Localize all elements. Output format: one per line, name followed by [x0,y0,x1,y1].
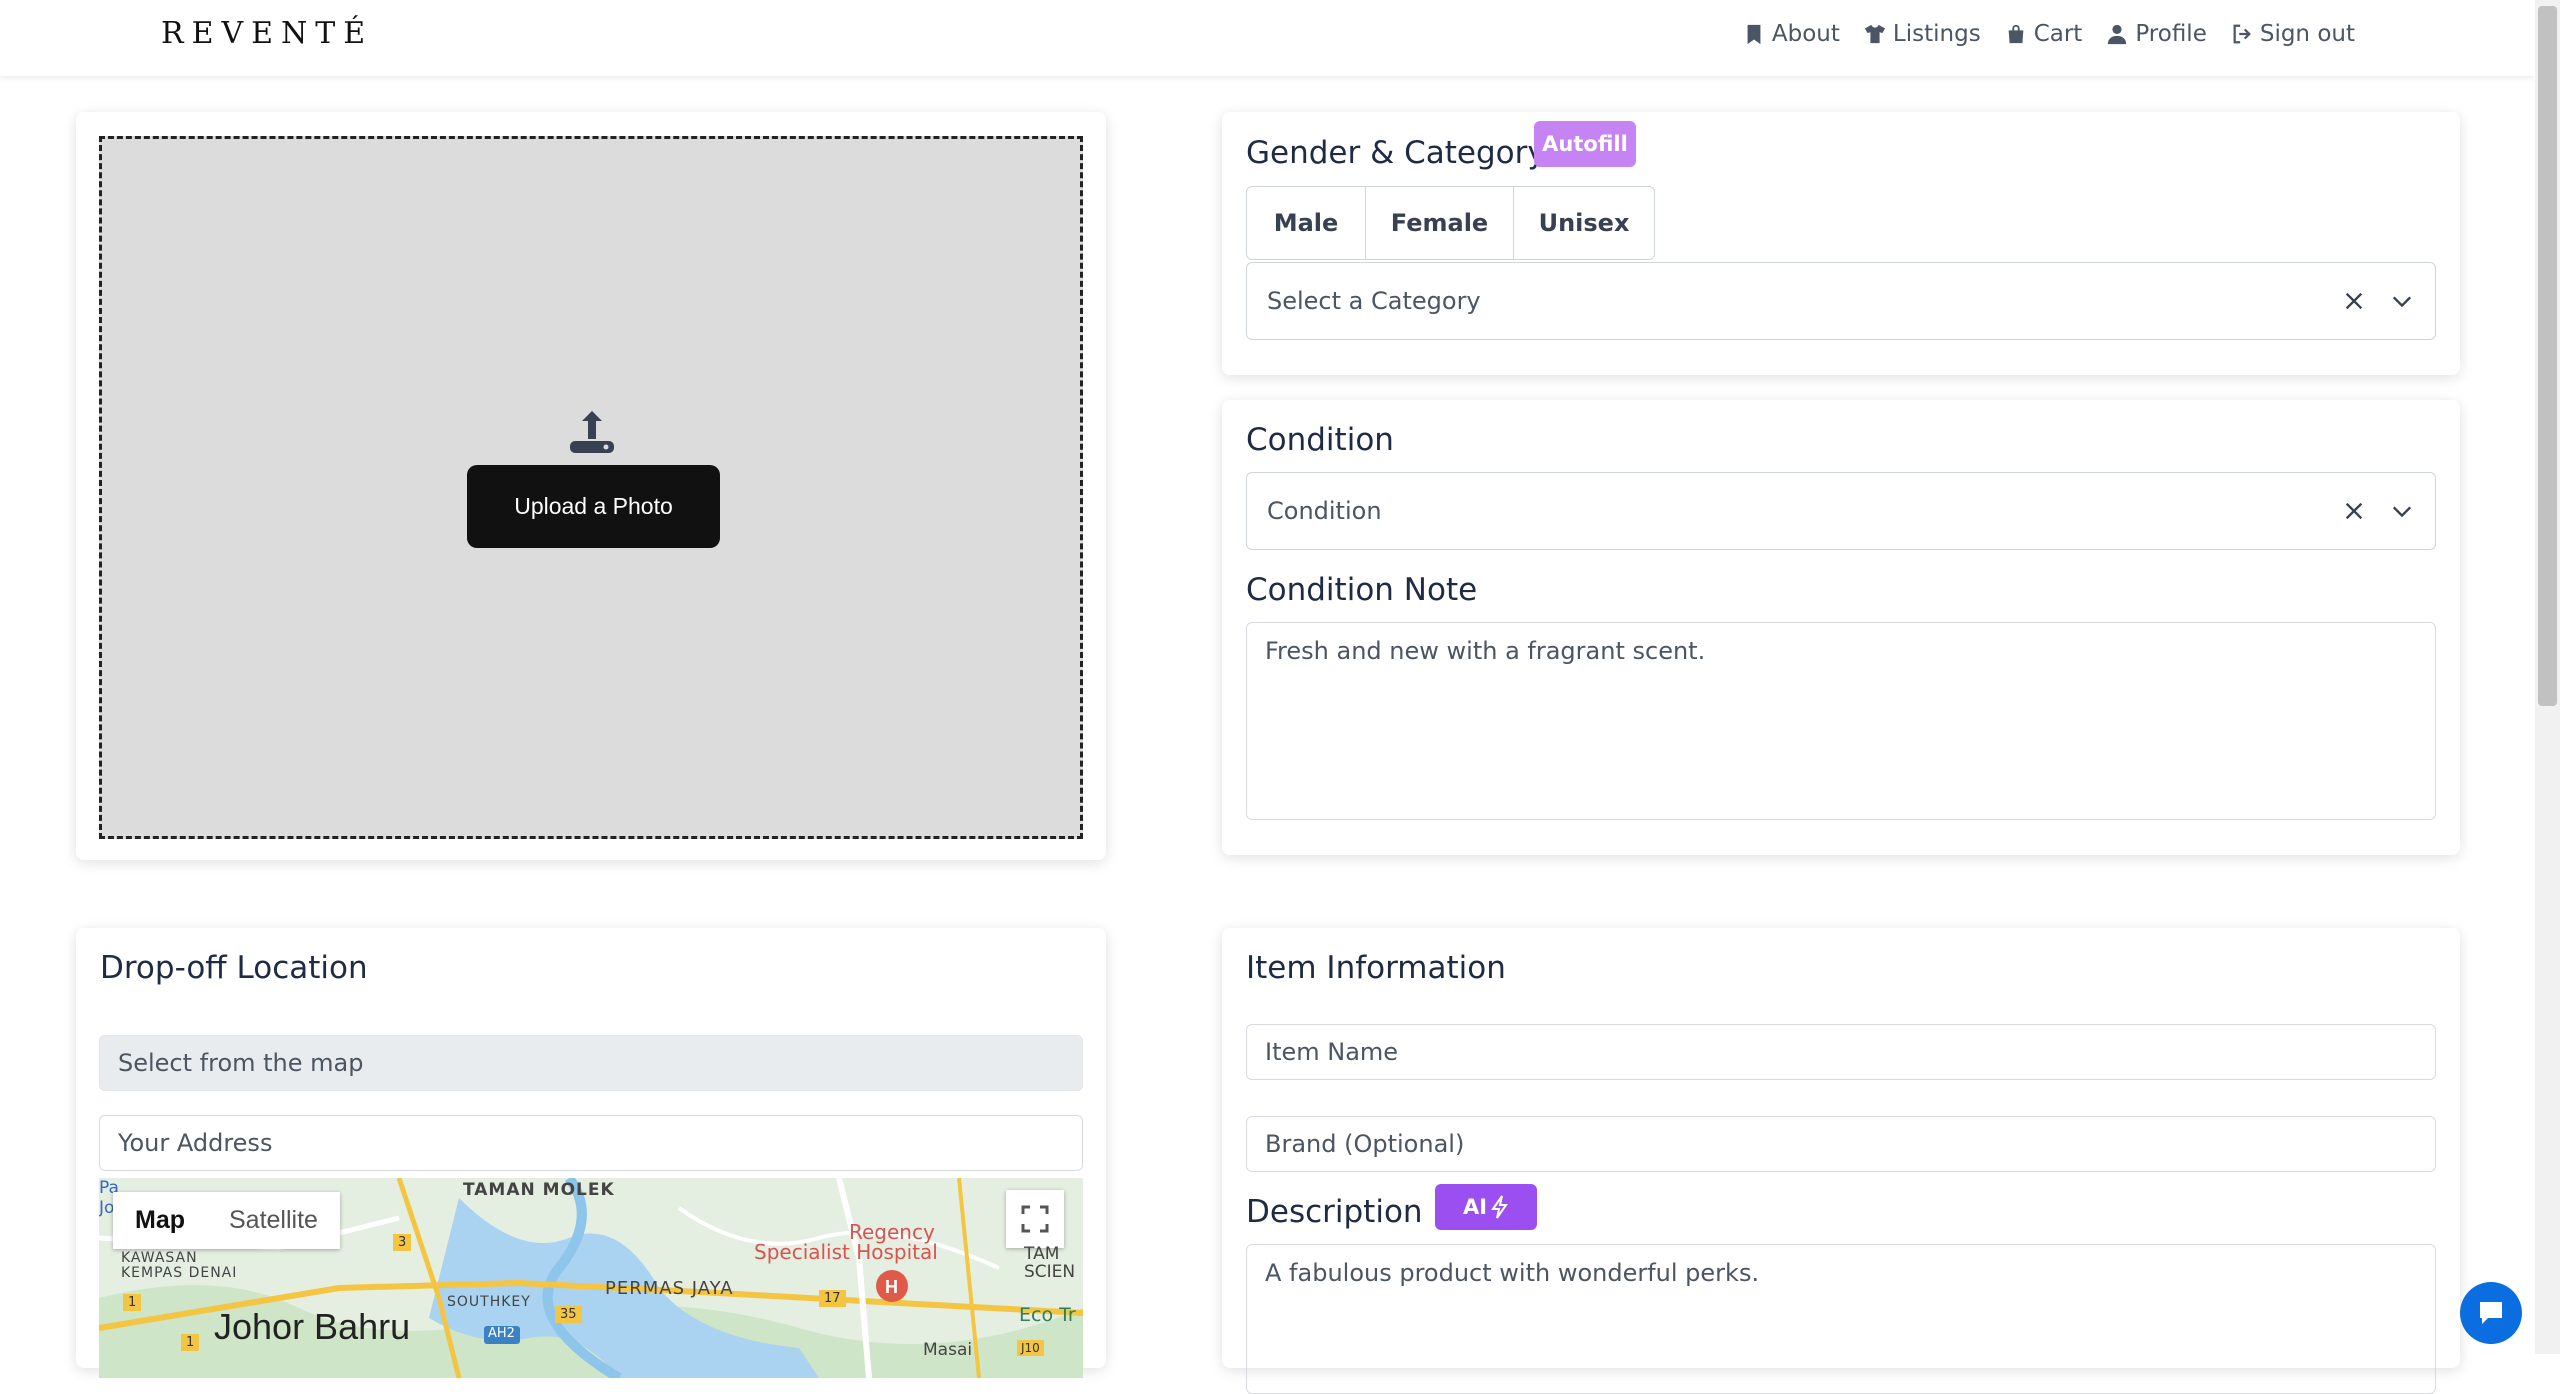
chevron-down-icon[interactable] [2391,290,2413,312]
map-label: KEMPAS DENAI [121,1265,238,1281]
nav-sign-out-label: Sign out [2259,21,2355,47]
nav-about-label: About [1771,21,1840,47]
fullscreen-button[interactable] [1006,1190,1064,1248]
nav-sign-out[interactable]: Sign out [2231,21,2355,47]
shirt-icon [1864,24,1886,44]
upload-photo-button[interactable]: Upload a Photo [467,465,720,548]
gender-category-title: Gender & Category [1246,135,1546,171]
clear-icon[interactable] [2343,500,2365,522]
map-label: Specialist Hospital [754,1240,938,1264]
nav-listings[interactable]: Listings [1864,21,1981,47]
map-label: TAMAN MOLEK [463,1180,615,1200]
condition-title: Condition [1246,422,1394,458]
address-input[interactable]: Your Address [99,1115,1083,1171]
user-icon [2108,24,2127,45]
nav-profile[interactable]: Profile [2106,21,2207,47]
map-route-shield: 1 [123,1294,142,1311]
map-route-shield: 1 [181,1334,200,1351]
gender-option-unisex[interactable]: Unisex [1514,187,1654,259]
category-select-placeholder: Select a Category [1267,287,1481,315]
gender-category-card: Gender & Category Autofill Male Female U… [1222,112,2460,375]
location-map[interactable]: H Pa Jo Map Satellite TAMAN MOLEK Regenc… [99,1178,1083,1378]
dropoff-location-card: Drop-off Location Select from the map Yo… [76,928,1106,1378]
category-select[interactable]: Select a Category [1246,262,2436,340]
condition-note-title: Condition Note [1246,572,1478,608]
dropoff-location-title: Drop-off Location [100,950,368,986]
gender-option-female[interactable]: Female [1366,187,1514,259]
nav-listings-label: Listings [1892,21,1981,47]
autofill-button[interactable]: Autofill [1534,121,1636,167]
lightning-icon [1491,1195,1508,1219]
map-type-toggle: Map Satellite [113,1192,340,1249]
chat-button[interactable] [2460,1282,2522,1344]
map-label: PERMAS JAYA [605,1278,734,1299]
nav-cart-label: Cart [2033,21,2083,47]
map-tab-map[interactable]: Map [113,1192,207,1249]
map-route-shield: 17 [819,1290,846,1307]
fullscreen-icon [1021,1205,1049,1233]
svg-text:H: H [885,1277,898,1297]
brand-logo[interactable]: REVENTÉ [161,16,373,51]
chevron-down-icon[interactable] [2391,500,2413,522]
gender-selector: Male Female Unisex [1246,186,1655,260]
top-navbar: REVENTÉ About Listings Cart Profile Sign… [0,0,2535,76]
condition-note-textarea[interactable]: Fresh and new with a fragrant scent. [1246,622,2436,820]
map-label: SCIEN [1024,1262,1076,1282]
condition-select-placeholder: Condition [1267,497,1382,525]
map-route-shield: 3 [393,1234,412,1251]
brand-input[interactable]: Brand (Optional) [1246,1116,2436,1172]
nav-cart[interactable]: Cart [2005,21,2083,47]
photo-dropzone[interactable]: Upload a Photo [99,136,1083,839]
item-information-title: Item Information [1246,950,1506,986]
clear-icon[interactable] [2343,290,2365,312]
map-select-input[interactable]: Select from the map [99,1035,1083,1091]
bookmark-icon [1747,24,1761,45]
sign-out-icon [2233,24,2251,44]
map-label: Masai [923,1340,973,1360]
description-textarea[interactable]: A fabulous product with wonderful perks. [1246,1244,2436,1394]
item-information-card: Item Information Item Name Brand (Option… [1222,928,2460,1394]
description-title: Description [1246,1194,1423,1230]
map-label: TAM [1024,1244,1060,1264]
condition-card: Condition Condition Condition Note Fresh… [1222,400,2460,855]
item-name-input[interactable]: Item Name [1246,1024,2436,1080]
condition-select[interactable]: Condition [1246,472,2436,550]
ai-generate-button[interactable]: AI [1435,1184,1537,1230]
ai-label: AI [1462,1195,1488,1219]
nav-profile-label: Profile [2135,21,2207,47]
page-scrollbar[interactable] [2535,0,2560,1354]
map-label: SOUTHKEY [447,1294,531,1310]
map-tab-satellite[interactable]: Satellite [207,1192,340,1249]
nav-about[interactable]: About [1743,21,1840,47]
map-label: Johor Bahru [214,1306,411,1347]
map-label: KAWASAN [121,1250,198,1266]
scrollbar-thumb[interactable] [2538,6,2557,706]
map-route-shield: 35 [555,1306,582,1323]
chat-icon [2480,1302,2502,1324]
nav-menu: About Listings Cart Profile Sign out [1743,0,2355,68]
map-label: Eco Tr [1019,1304,1076,1326]
photo-upload-card: Upload a Photo [76,112,1106,860]
gender-option-male[interactable]: Male [1247,187,1366,259]
bag-icon [2008,24,2024,44]
map-route-shield: AH2 [488,1326,515,1341]
upload-icon [570,411,614,453]
